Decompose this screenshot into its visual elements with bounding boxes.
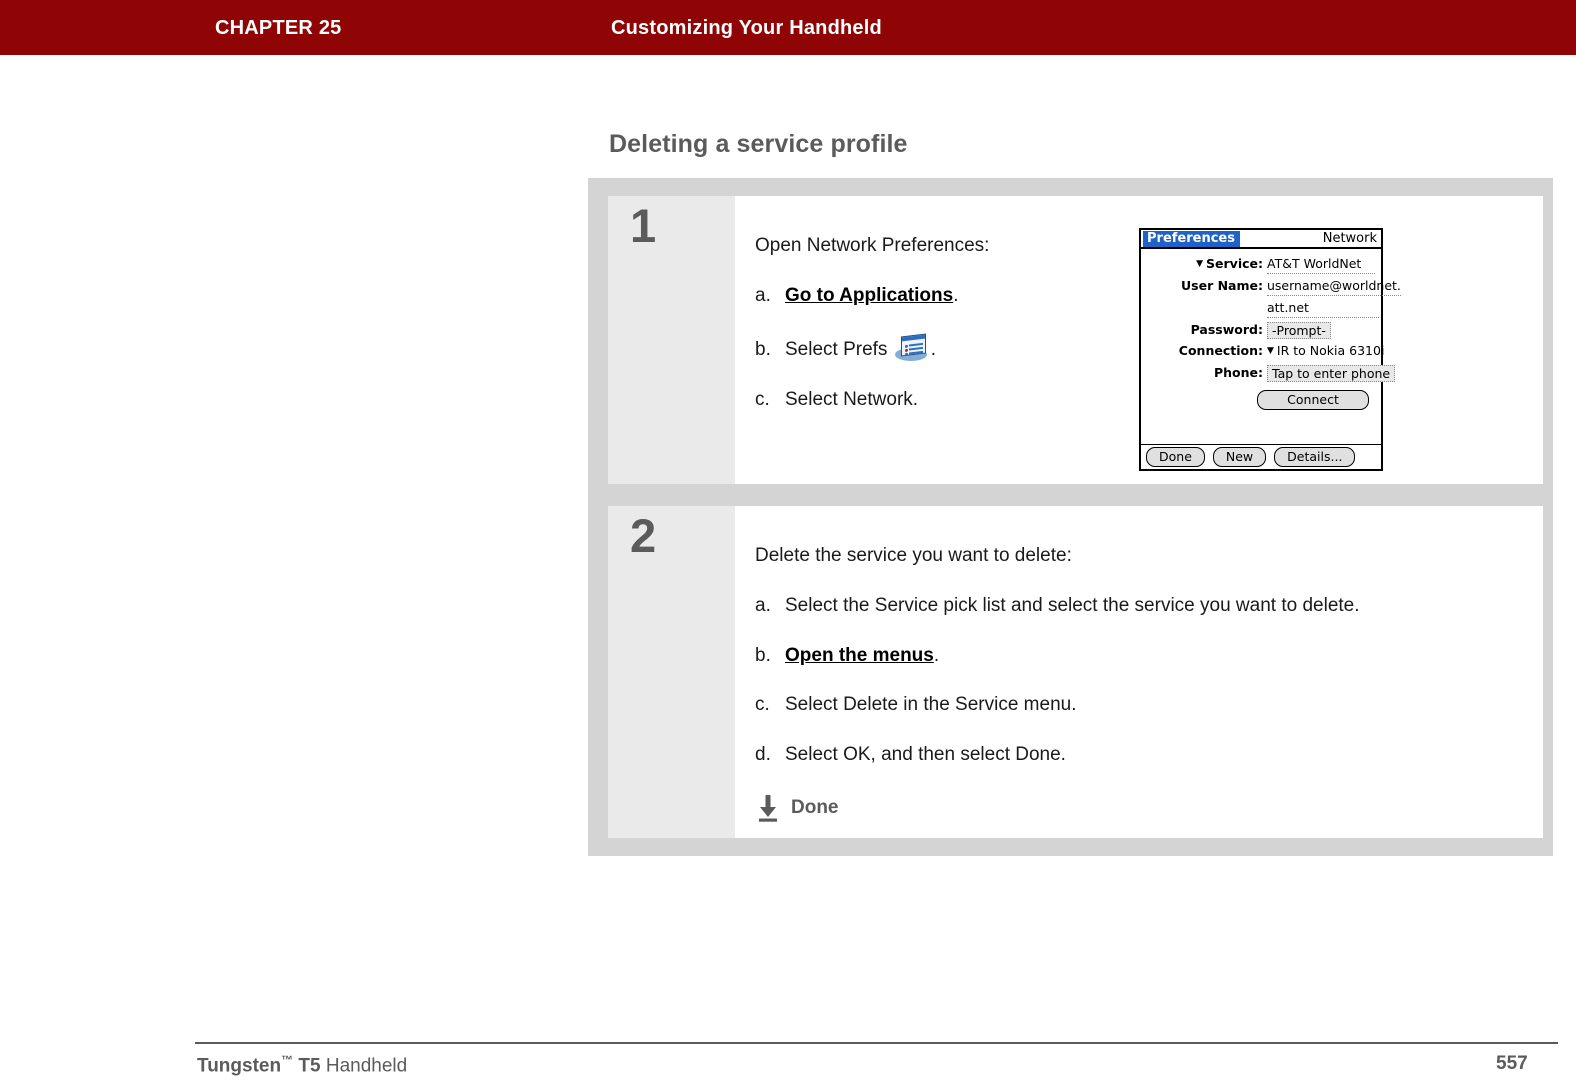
prefs-icon-dot-1	[904, 343, 908, 348]
substep-1c-text: Select Network.	[785, 388, 919, 410]
palm-value-username-line2[interactable]: att.net	[1267, 300, 1379, 318]
substep-2c-text: Select Delete in the Service menu.	[785, 694, 1077, 716]
substep-1a-suffix: .	[953, 284, 959, 306]
palm-value-service[interactable]: AT&T WorldNet	[1267, 256, 1375, 274]
footer-page-number: 557	[1496, 1053, 1528, 1074]
step-box-2: 2 Delete the service you want to delete:…	[608, 506, 1543, 838]
footer-product: Handheld	[325, 1055, 408, 1077]
substep-2c-marker: c.	[755, 694, 770, 716]
header-chapter-label: CHAPTER 25	[215, 17, 342, 39]
substep-2a-text: Select the Service pick list and select …	[785, 594, 1360, 616]
palm-value-username[interactable]: username@worldnet.	[1267, 278, 1401, 296]
palm-bottom-button-bar: Done New Details...	[1141, 444, 1381, 469]
palm-row-username-line2: att.net	[1141, 300, 1381, 318]
step-number-column-2: 2	[608, 506, 735, 838]
palm-row-phone: Phone: Tap to enter phone	[1141, 365, 1396, 382]
palm-details-button[interactable]: Details...	[1274, 447, 1356, 467]
step-number-2: 2	[630, 509, 657, 562]
palm-row-service: ▼ Service: AT&T WorldNet	[1141, 256, 1381, 274]
prefs-icon-titlebar	[901, 334, 925, 341]
link-go-to-applications[interactable]: Go to Applications	[785, 285, 953, 306]
substep-2d-marker: d.	[755, 744, 771, 765]
prefs-icon	[894, 332, 929, 362]
prefs-icon-line-2	[908, 346, 923, 350]
palm-label-phone: Phone:	[1213, 365, 1263, 380]
substep-2c: c. Select Delete in the Service menu.	[755, 693, 1543, 717]
done-label: Done	[791, 796, 839, 818]
palm-connect-row: Connect	[1141, 390, 1381, 410]
document-page: CHAPTER 25 Customizing Your Handheld Del…	[0, 0, 1576, 1080]
substep-1a-text: Go to Applications.	[785, 284, 958, 308]
palm-row-connection: Connection: ▼ IR to Nokia 6310i	[1141, 343, 1385, 361]
palm-app-name: Preferences	[1143, 231, 1240, 247]
palm-label-service-text: Service:	[1206, 256, 1263, 271]
substep-1c-marker: c.	[755, 388, 770, 410]
substep-1b-marker: b.	[755, 338, 771, 360]
header-title: Customizing Your Handheld	[611, 17, 882, 39]
step-2-substeps: a. Select the Service pick list and sele…	[755, 594, 1543, 823]
section-heading: Deleting a service profile	[609, 130, 908, 158]
palm-value-password[interactable]: -Prompt-	[1267, 322, 1331, 339]
link-open-the-menus[interactable]: Open the menus	[785, 645, 934, 666]
prefs-icon-line-3	[908, 350, 923, 354]
footer-brand: Tungsten	[197, 1055, 282, 1077]
palm-label-service: ▼ Service:	[1141, 256, 1263, 274]
palm-label-connection: Connection:	[1178, 343, 1263, 358]
palm-row-username: User Name: username@worldnet.	[1141, 278, 1401, 296]
prefs-icon-line-1	[908, 342, 923, 346]
substep-2b: b. Open the menus.	[755, 644, 1543, 668]
palm-value-connection-text: IR to Nokia 6310i	[1276, 343, 1385, 358]
palm-view-name: Network	[1322, 231, 1377, 246]
substep-2a: a. Select the Service pick list and sele…	[755, 594, 1543, 618]
substep-2b-marker: b.	[755, 644, 771, 666]
done-marker-row: Done	[755, 793, 1543, 823]
substep-2a-marker: a.	[755, 594, 771, 616]
substep-1b-prefix: Select Prefs	[785, 338, 893, 360]
service-caret-down-icon[interactable]: ▼	[1196, 259, 1203, 269]
step-box-1: 1 Open Network Preferences: a. Go to App…	[608, 196, 1543, 484]
substep-2b-text: Open the menus.	[785, 644, 939, 668]
palm-done-button[interactable]: Done	[1146, 447, 1205, 467]
footer-divider	[195, 1042, 1558, 1044]
substep-2b-suffix: .	[933, 644, 940, 666]
palm-titlebar: Preferences Network	[1141, 230, 1381, 249]
substep-1b-suffix: .	[930, 338, 936, 360]
connection-caret-down-icon[interactable]: ▼	[1267, 346, 1274, 356]
steps-container: 1 Open Network Preferences: a. Go to App…	[588, 178, 1553, 856]
footer-model: T5	[298, 1055, 321, 1077]
substep-1b-text: Select Prefs .	[785, 332, 936, 362]
palm-value-phone[interactable]: Tap to enter phone	[1267, 365, 1396, 382]
down-arrow-to-line-icon	[755, 793, 781, 823]
palm-label-username: User Name:	[1181, 278, 1263, 293]
step-number-1: 1	[630, 199, 657, 252]
palm-network-form: ▼ Service: AT&T WorldNet User Name: usern…	[1141, 249, 1401, 410]
palm-value-connection[interactable]: ▼ IR to Nokia 6310i	[1267, 343, 1384, 361]
palm-preferences-screenshot: Preferences Network ▼ Service: AT&T World…	[1139, 228, 1401, 471]
prefs-icon-dot-3	[904, 351, 908, 356]
footer-product-label: Tungsten™ T5 Handheld	[197, 1053, 407, 1077]
step-2-lead-text: Delete the service you want to delete:	[755, 545, 1072, 566]
footer-trademark-icon: ™	[281, 1053, 294, 1067]
step-number-column-1: 1	[608, 196, 735, 484]
substep-1a-marker: a.	[755, 284, 771, 306]
substep-2d: d. Select OK, and then select Done.	[755, 743, 1543, 767]
palm-row-password: Password: -Prompt-	[1141, 322, 1381, 339]
page-header-band: CHAPTER 25 Customizing Your Handheld	[0, 0, 1576, 55]
palm-new-button[interactable]: New	[1212, 447, 1267, 467]
prefs-icon-card	[900, 332, 926, 357]
prefs-icon-dot-2	[904, 347, 908, 352]
step-body-2: Delete the service you want to delete: a…	[735, 506, 1543, 838]
palm-label-password: Password:	[1190, 322, 1263, 337]
palm-connect-button[interactable]: Connect	[1257, 390, 1369, 410]
substep-2d-text: Select OK, and then select Done.	[785, 744, 1066, 765]
